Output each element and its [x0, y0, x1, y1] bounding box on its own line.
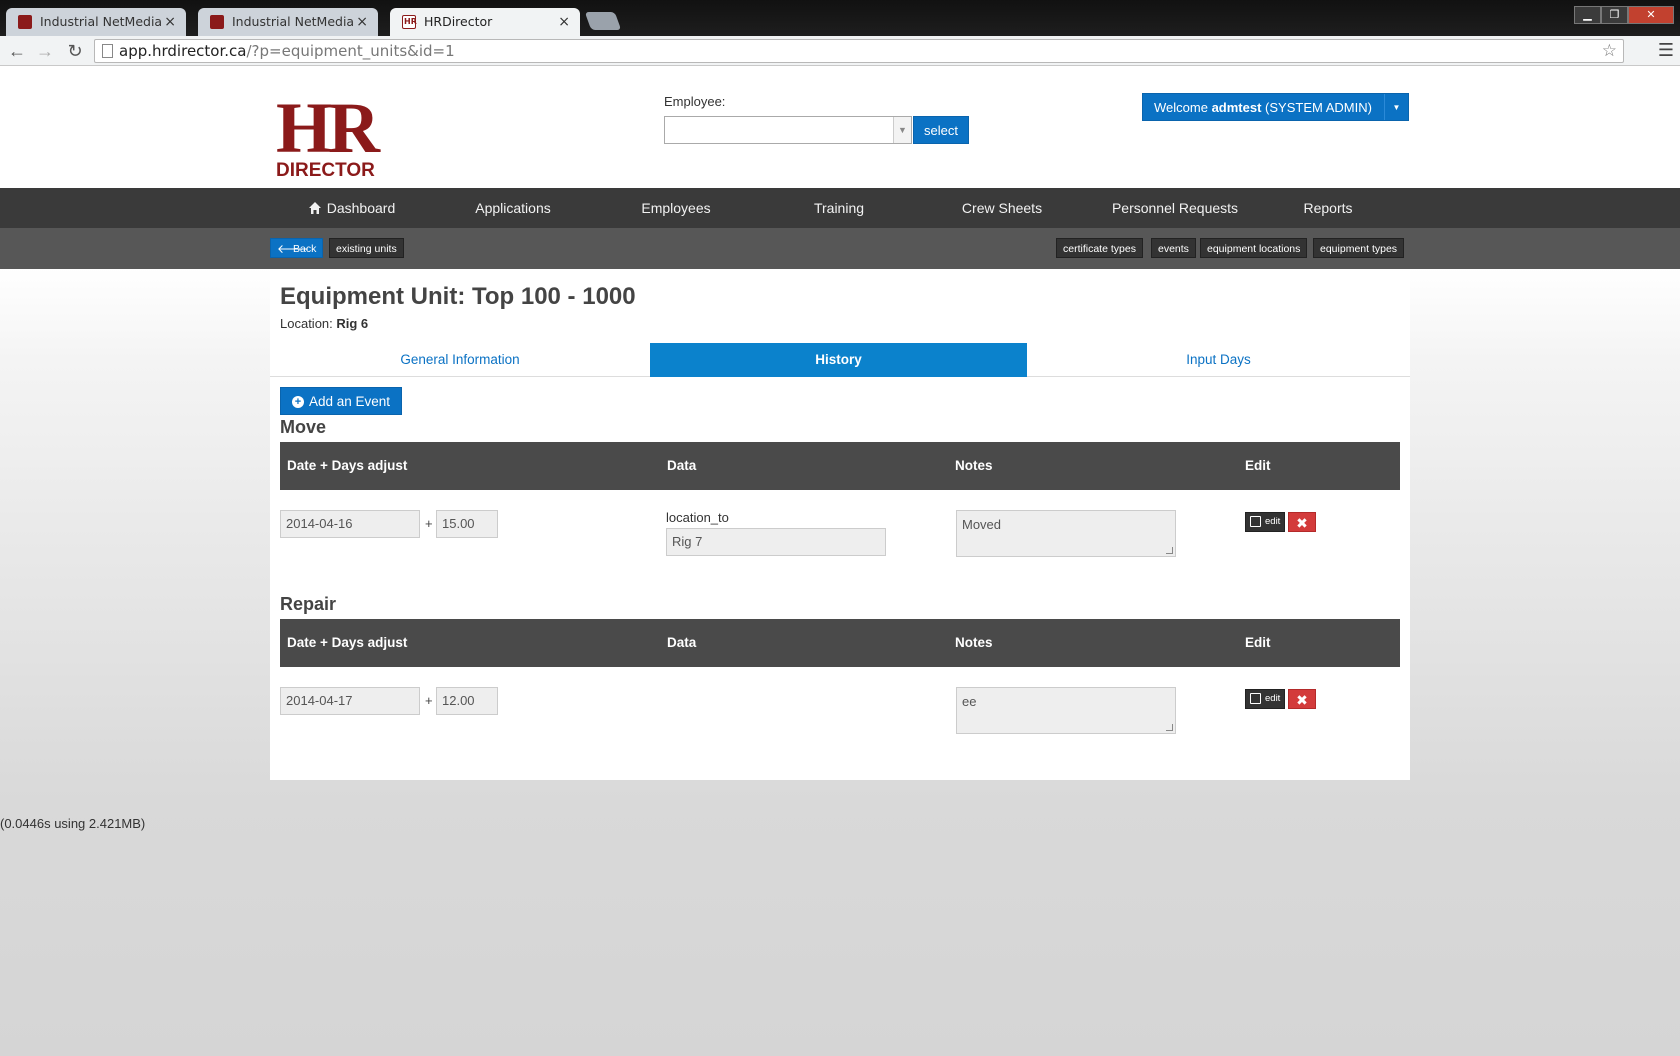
address-bar: ← → ↻ app.hrdirector.ca/?p=equipment_uni…	[0, 36, 1680, 66]
date-input[interactable]: 2014-04-16	[280, 510, 420, 538]
data-field-label: location_to	[666, 510, 729, 525]
edit-button[interactable]: edit	[1245, 512, 1285, 532]
chevron-down-icon[interactable]: ▼	[1384, 94, 1408, 120]
edit-button[interactable]: edit	[1245, 689, 1285, 709]
days-adjust-input[interactable]: 15.00	[436, 510, 498, 538]
close-icon: ✖	[1296, 692, 1308, 708]
nav-applications[interactable]: Applications	[438, 188, 588, 228]
plus-sign: +	[425, 516, 433, 531]
site-favicon-icon	[210, 15, 224, 29]
close-icon: ✖	[1296, 515, 1308, 531]
header-date: Date + Days adjust	[287, 635, 408, 650]
home-icon	[308, 202, 321, 214]
header-data: Data	[667, 458, 697, 473]
delete-button[interactable]: ✖	[1288, 512, 1316, 532]
url-input[interactable]: app.hrdirector.ca/?p=equipment_units&id=…	[94, 39, 1624, 63]
url-path: /?p=equipment_units&id=1	[246, 42, 455, 60]
page-icon	[102, 44, 113, 58]
events-button[interactable]: events	[1151, 238, 1196, 258]
table-header: Date + Days adjust Data Notes Edit	[280, 442, 1400, 490]
logo-hr-text: HR	[276, 88, 380, 168]
browser-tab-label: Industrial NetMedia	[40, 14, 163, 29]
tab-input-days[interactable]: Input Days	[1027, 343, 1410, 377]
maximize-icon[interactable]: ❐	[1601, 6, 1628, 24]
welcome-text: Welcome admtest (SYSTEM ADMIN)	[1154, 100, 1372, 115]
edit-label: edit	[1265, 693, 1281, 704]
back-button[interactable]: 🡐 Back	[270, 238, 324, 258]
header-edit: Edit	[1245, 635, 1271, 650]
equipment-types-button[interactable]: equipment types	[1313, 238, 1405, 258]
notes-textarea[interactable]: ee	[956, 687, 1176, 734]
nav-training[interactable]: Training	[764, 188, 914, 228]
certificate-types-button[interactable]: certificate types	[1056, 238, 1143, 258]
site-favicon-icon	[18, 15, 32, 29]
page-tabs: General Information History Input Days	[270, 343, 1410, 377]
equipment-locations-button[interactable]: equipment locations	[1200, 238, 1308, 258]
nav-label: Dashboard	[326, 200, 396, 216]
data-field-value[interactable]: Rig 7	[666, 528, 886, 556]
header-data: Data	[667, 635, 697, 650]
bookmark-star-icon[interactable]: ☆	[1602, 40, 1617, 62]
close-tab-icon[interactable]: ×	[356, 8, 368, 36]
nav-reports[interactable]: Reports	[1253, 188, 1403, 228]
hrdirector-favicon-icon	[402, 8, 417, 36]
header-notes: Notes	[955, 635, 993, 650]
edit-icon	[1250, 516, 1261, 527]
date-input[interactable]: 2014-04-17	[280, 687, 420, 715]
content-panel: Equipment Unit: Top 100 - 1000 Location:…	[270, 269, 1410, 780]
logo-director-text: DIRECTOR	[276, 160, 375, 181]
select-employee-button[interactable]: select	[913, 116, 969, 144]
sub-nav: 🡐 Back existing units certificate types e…	[0, 228, 1680, 269]
plus-circle-icon: +	[292, 396, 304, 408]
tab-general-information[interactable]: General Information	[270, 343, 650, 377]
close-tab-icon[interactable]: ×	[164, 8, 176, 36]
tab-history[interactable]: History	[650, 343, 1027, 377]
nav-employees[interactable]: Employees	[601, 188, 751, 228]
section-title-move: Move	[280, 417, 327, 437]
section-title-repair: Repair	[280, 594, 337, 614]
location-text: Location: Rig 6	[280, 316, 369, 331]
browser-tab-1[interactable]: Industrial NetMedia ×	[6, 8, 186, 36]
browser-tab-3[interactable]: HRDirector ×	[390, 8, 580, 36]
location-value: Rig 6	[336, 316, 369, 331]
main-nav: Dashboard Applications Employees Trainin…	[0, 188, 1680, 228]
add-event-label: Add an Event	[309, 394, 391, 409]
plus-sign: +	[425, 693, 433, 708]
back-arrow-icon[interactable]: ←	[6, 40, 28, 62]
days-adjust-input[interactable]: 12.00	[436, 687, 498, 715]
header-notes: Notes	[955, 458, 993, 473]
hrdirector-logo[interactable]: HR DIRECTOR	[276, 88, 380, 181]
edit-icon	[1250, 693, 1261, 704]
user-menu-button[interactable]: Welcome admtest (SYSTEM ADMIN) ▼	[1142, 93, 1409, 121]
page-title: Equipment Unit: Top 100 - 1000	[280, 283, 636, 310]
existing-units-button[interactable]: existing units	[329, 238, 404, 258]
nav-personnel-requests[interactable]: Personnel Requests	[1090, 188, 1260, 228]
employee-select[interactable]: ▼	[664, 116, 912, 144]
browser-tab-bar: Industrial NetMedia × Industrial NetMedi…	[0, 0, 1680, 36]
delete-button[interactable]: ✖	[1288, 689, 1316, 709]
browser-tab-2[interactable]: Industrial NetMedia ×	[198, 8, 378, 36]
add-event-button[interactable]: + Add an Event	[280, 387, 403, 415]
reload-icon[interactable]: ↻	[64, 40, 86, 62]
close-window-icon[interactable]: ✕	[1628, 6, 1674, 24]
render-stats: (0.0446s using 2.421MB)	[0, 816, 146, 831]
forward-arrow-icon[interactable]: →	[34, 40, 56, 62]
browser-menu-icon[interactable]: ☰	[1658, 40, 1674, 61]
nav-dashboard[interactable]: Dashboard	[277, 188, 427, 228]
edit-label: edit	[1265, 516, 1281, 527]
browser-tab-label: HRDirector	[424, 14, 493, 29]
browser-tab-label: Industrial NetMedia	[232, 14, 355, 29]
table-header: Date + Days adjust Data Notes Edit	[280, 619, 1400, 667]
arrow-left-icon: 🡐	[277, 242, 310, 256]
notes-textarea[interactable]: Moved	[956, 510, 1176, 557]
header-edit: Edit	[1245, 458, 1271, 473]
employee-label: Employee:	[664, 94, 726, 109]
chevron-down-icon[interactable]: ▼	[893, 117, 911, 143]
new-tab-button[interactable]	[584, 12, 622, 30]
nav-crew-sheets[interactable]: Crew Sheets	[927, 188, 1077, 228]
header-date: Date + Days adjust	[287, 458, 408, 473]
close-tab-icon[interactable]: ×	[558, 8, 570, 36]
minimize-icon[interactable]: ▁	[1574, 6, 1601, 24]
url-host: app.hrdirector.ca	[119, 42, 247, 60]
